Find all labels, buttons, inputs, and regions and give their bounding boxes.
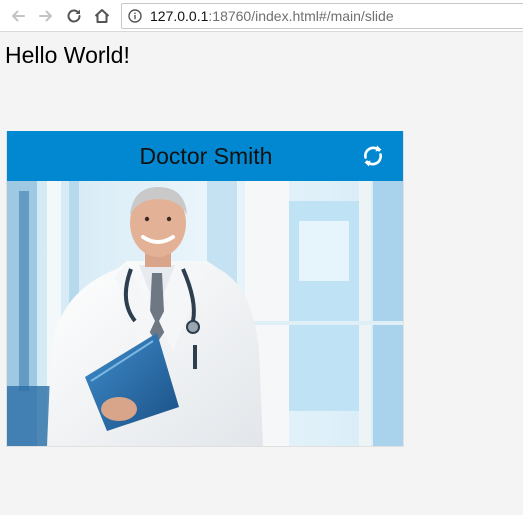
reload-button[interactable] — [63, 5, 85, 27]
reload-icon — [67, 9, 81, 23]
url-path: :18760/index.html#/main/slide — [208, 8, 394, 24]
doctor-photo — [7, 181, 403, 446]
info-icon[interactable] — [128, 9, 142, 23]
card-title: Doctor Smith — [139, 143, 273, 169]
forward-button[interactable] — [35, 5, 57, 27]
doctor-card: Doctor Smith — [6, 131, 404, 447]
browser-toolbar: 127.0.0.1:18760/index.html#/main/slide — [0, 0, 523, 32]
arrow-left-icon — [12, 10, 25, 22]
url-host: 127.0.0.1 — [150, 8, 209, 24]
back-button[interactable] — [7, 5, 29, 27]
page-content: Hello World! Doctor Smith — [0, 33, 523, 515]
refresh-icon[interactable] — [359, 142, 387, 170]
arrow-right-icon — [39, 10, 52, 22]
page-heading: Hello World! — [5, 42, 130, 68]
address-bar[interactable]: 127.0.0.1:18760/index.html#/main/slide — [121, 3, 523, 29]
home-icon — [94, 9, 110, 23]
home-button[interactable] — [91, 5, 113, 27]
